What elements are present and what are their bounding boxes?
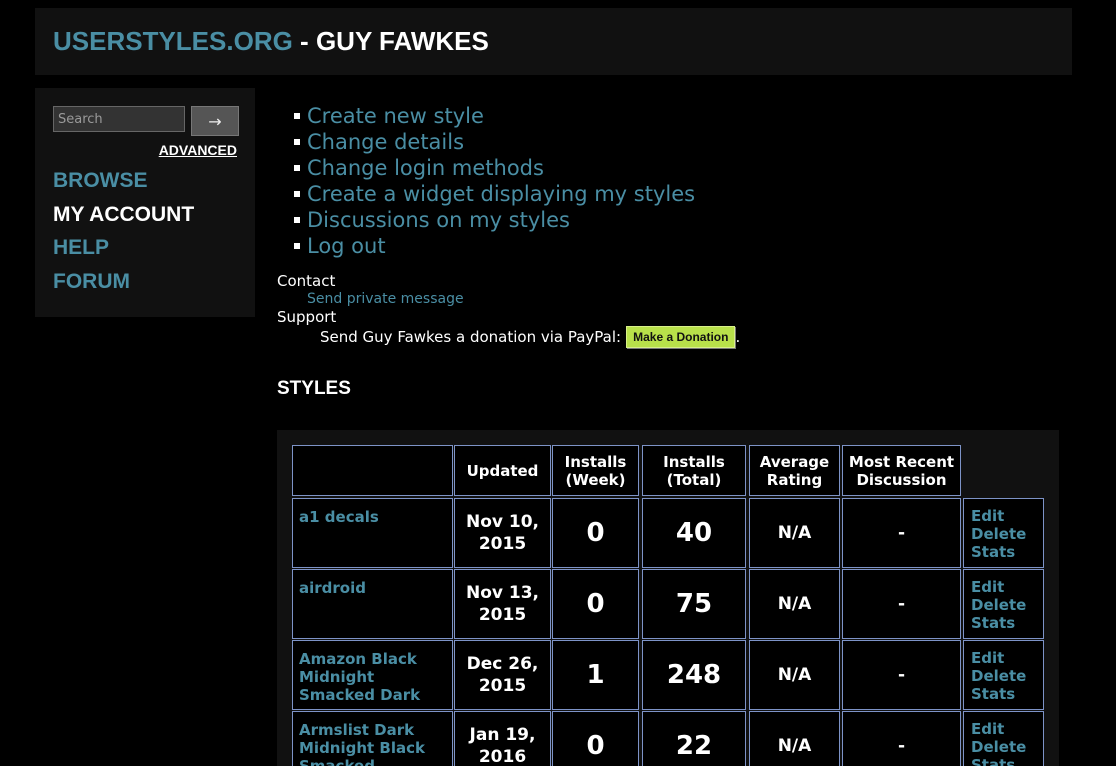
- installs-week: 0: [552, 569, 639, 639]
- account-menu: Create new style Change details Change l…: [294, 103, 695, 259]
- advanced-search-link[interactable]: ADVANCED: [159, 142, 237, 158]
- user-name: GUY FAWKES: [315, 26, 489, 56]
- style-actions: Edit Delete Stats: [963, 711, 1044, 766]
- header-installs-total: Installs (Total): [642, 445, 746, 496]
- title-separator: -: [292, 26, 316, 56]
- search-button[interactable]: →: [191, 106, 239, 136]
- change-login-methods-link[interactable]: Change login methods: [307, 155, 544, 181]
- edit-link[interactable]: Edit: [971, 720, 1036, 738]
- support-label: Support: [277, 308, 337, 326]
- most-recent-discussion: -: [842, 640, 961, 710]
- log-out-link[interactable]: Log out: [307, 233, 386, 259]
- donation-text: Send Guy Fawkes a donation via PayPal:: [320, 328, 622, 346]
- styles-table: Updated Installs (Week) Installs (Total) Av…: [277, 430, 1059, 766]
- stats-link[interactable]: Stats: [971, 614, 1036, 632]
- menu-item: Discussions on my styles: [294, 207, 695, 233]
- delete-link[interactable]: Delete: [971, 596, 1036, 614]
- stats-link[interactable]: Stats: [971, 756, 1036, 766]
- discussions-link[interactable]: Discussions on my styles: [307, 207, 570, 233]
- installs-total: 40: [642, 498, 746, 568]
- menu-item: Log out: [294, 233, 695, 259]
- installs-week: 1: [552, 640, 639, 710]
- bullet-icon: [294, 217, 300, 223]
- updated-date: Nov 13, 2015: [454, 569, 551, 639]
- edit-link[interactable]: Edit: [971, 507, 1036, 525]
- donation-suffix: .: [735, 328, 741, 346]
- style-actions: Edit Delete Stats: [963, 569, 1044, 639]
- donation-row: Send Guy Fawkes a donation via PayPal: M…: [320, 326, 740, 348]
- header-installs-week: Installs (Week): [552, 445, 639, 496]
- nav-my-account[interactable]: MY ACCOUNT: [53, 198, 194, 232]
- installs-total: 248: [642, 640, 746, 710]
- most-recent-discussion: -: [842, 569, 961, 639]
- menu-item: Change details: [294, 129, 695, 155]
- average-rating: N/A: [749, 498, 840, 568]
- header-updated: Updated: [454, 445, 551, 496]
- updated-date: Jan 19, 2016: [454, 711, 551, 766]
- updated-date: Nov 10, 2015: [454, 498, 551, 568]
- menu-item: Create new style: [294, 103, 695, 129]
- header-most-recent-discussion: Most Recent Discussion: [842, 445, 961, 496]
- installs-total: 75: [642, 569, 746, 639]
- site-header: USERSTYLES.ORG - GUY FAWKES: [35, 8, 1072, 75]
- edit-link[interactable]: Edit: [971, 649, 1036, 667]
- edit-link[interactable]: Edit: [971, 578, 1036, 596]
- style-actions: Edit Delete Stats: [963, 498, 1044, 568]
- send-private-message-link[interactable]: Send private message: [307, 291, 464, 308]
- search-input[interactable]: [53, 106, 185, 132]
- header-average-rating: Average Rating: [749, 445, 840, 496]
- style-name-link[interactable]: Armslist Dark Midnight Black Smacked: [292, 711, 453, 766]
- menu-item: Change login methods: [294, 155, 695, 181]
- create-widget-link[interactable]: Create a widget displaying my styles: [307, 181, 695, 207]
- stats-link[interactable]: Stats: [971, 543, 1036, 561]
- installs-week: 0: [552, 711, 639, 766]
- nav-help[interactable]: HELP: [53, 231, 194, 265]
- most-recent-discussion: -: [842, 711, 961, 766]
- most-recent-discussion: -: [842, 498, 961, 568]
- installs-week: 0: [552, 498, 639, 568]
- updated-date: Dec 26, 2015: [454, 640, 551, 710]
- menu-item: Create a widget displaying my styles: [294, 181, 695, 207]
- sidebar-nav: BROWSE MY ACCOUNT HELP FORUM: [53, 164, 194, 298]
- site-logo-link[interactable]: USERSTYLES.ORG: [53, 26, 293, 56]
- change-details-link[interactable]: Change details: [307, 129, 464, 155]
- bullet-icon: [294, 165, 300, 171]
- page-title: USERSTYLES.ORG - GUY FAWKES: [53, 26, 489, 57]
- create-new-style-link[interactable]: Create new style: [307, 103, 484, 129]
- header-name: [292, 445, 453, 496]
- bullet-icon: [294, 113, 300, 119]
- nav-forum[interactable]: FORUM: [53, 265, 194, 299]
- contact-section: Contact Send private message Support: [277, 272, 464, 327]
- bullet-icon: [294, 191, 300, 197]
- style-name-link[interactable]: a1 decals: [292, 498, 453, 568]
- average-rating: N/A: [749, 569, 840, 639]
- delete-link[interactable]: Delete: [971, 738, 1036, 756]
- delete-link[interactable]: Delete: [971, 525, 1036, 543]
- stats-link[interactable]: Stats: [971, 685, 1036, 703]
- bullet-icon: [294, 243, 300, 249]
- delete-link[interactable]: Delete: [971, 667, 1036, 685]
- style-name-link[interactable]: airdroid: [292, 569, 453, 639]
- style-name-link[interactable]: Amazon Black Midnight Smacked Dark: [292, 640, 453, 710]
- contact-label: Contact: [277, 272, 336, 290]
- average-rating: N/A: [749, 640, 840, 710]
- average-rating: N/A: [749, 711, 840, 766]
- style-actions: Edit Delete Stats: [963, 640, 1044, 710]
- bullet-icon: [294, 139, 300, 145]
- nav-browse[interactable]: BROWSE: [53, 164, 194, 198]
- sidebar: → ADVANCED BROWSE MY ACCOUNT HELP FORUM: [35, 88, 255, 317]
- installs-total: 22: [642, 711, 746, 766]
- styles-heading: STYLES: [277, 378, 351, 399]
- make-donation-button[interactable]: Make a Donation: [626, 326, 736, 348]
